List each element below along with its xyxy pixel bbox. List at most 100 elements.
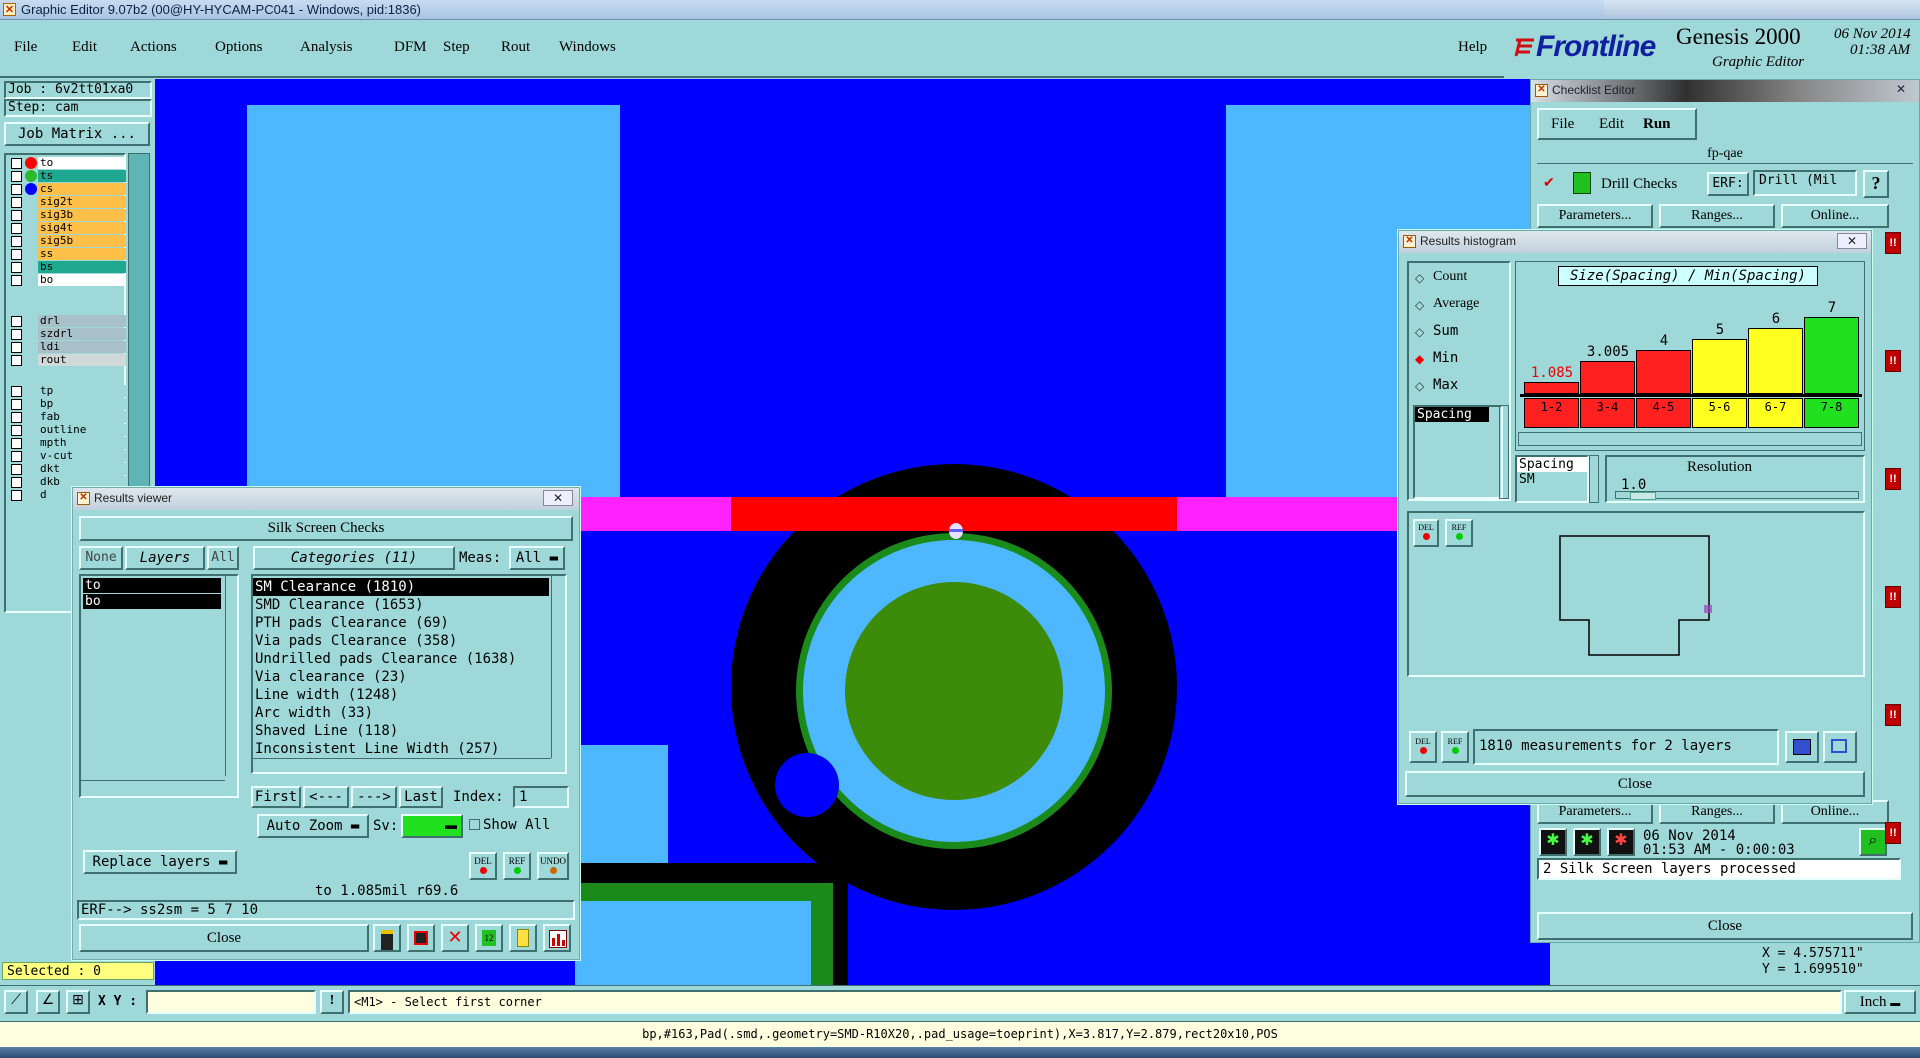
histogram-list[interactable]: Spacing bbox=[1413, 405, 1503, 499]
draw-line-icon[interactable]: ⟋ bbox=[4, 990, 28, 1014]
highlight-icon[interactable] bbox=[407, 924, 435, 952]
hist-del-button[interactable]: DEL bbox=[1409, 731, 1437, 763]
category-item[interactable]: Arc width (33) bbox=[253, 704, 549, 722]
layer-checkbox[interactable] bbox=[11, 490, 22, 501]
histogram-option-min[interactable]: ◆ Min bbox=[1413, 348, 1509, 375]
layer-list-hscroll[interactable] bbox=[81, 780, 225, 794]
zoom-icon[interactable]: ⌕ bbox=[1859, 828, 1887, 856]
histogram-bar[interactable] bbox=[1580, 361, 1635, 394]
layer-checkbox[interactable] bbox=[11, 342, 22, 353]
categories-list[interactable]: SM Clearance (1810) SMD Clearance (1653) P… bbox=[251, 574, 567, 774]
category-item[interactable]: SMD Clearance (1653) bbox=[253, 596, 549, 614]
numbers-icon[interactable]: 12 bbox=[475, 924, 503, 952]
categories-hscroll[interactable] bbox=[253, 758, 551, 772]
layer-row[interactable]: v-cut bbox=[8, 450, 126, 463]
checklist-menu-run[interactable]: Run bbox=[1643, 116, 1671, 133]
histogram-bar[interactable] bbox=[1692, 339, 1747, 394]
chart-hscroll[interactable] bbox=[1518, 432, 1862, 446]
layer-checkbox[interactable] bbox=[11, 316, 22, 327]
grid-icon[interactable]: ⊞ bbox=[66, 990, 90, 1014]
layer-checkbox[interactable] bbox=[11, 236, 22, 247]
run-stop-icon[interactable]: ✱ bbox=[1607, 828, 1635, 856]
layer-checkbox[interactable] bbox=[11, 399, 22, 410]
side-button-3[interactable]: !! bbox=[1885, 468, 1901, 490]
layer-checkbox[interactable] bbox=[11, 425, 22, 436]
online-button[interactable]: Online... bbox=[1781, 204, 1889, 228]
export-icon[interactable] bbox=[1785, 731, 1819, 763]
clear-icon[interactable]: ✕ bbox=[441, 924, 469, 952]
side-button-5[interactable]: !! bbox=[1885, 704, 1901, 726]
side-button-4[interactable]: !! bbox=[1885, 586, 1901, 608]
menu-dfm[interactable]: DFM bbox=[394, 39, 427, 56]
layer-checkbox[interactable] bbox=[11, 158, 22, 169]
layer-checkbox[interactable] bbox=[11, 171, 22, 182]
layer-row[interactable]: rout bbox=[8, 354, 126, 367]
layer-row[interactable]: szdrl bbox=[8, 328, 126, 341]
checklist-menu-file[interactable]: File bbox=[1551, 116, 1574, 133]
close-icon[interactable]: ✕ bbox=[1837, 233, 1867, 249]
layer-checkbox[interactable] bbox=[11, 386, 22, 397]
layer-checkbox[interactable] bbox=[11, 249, 22, 260]
ref-button[interactable]: REF bbox=[503, 852, 531, 880]
sv-color-select[interactable]: ▬ bbox=[401, 814, 463, 838]
run-all-icon[interactable]: ✱ bbox=[1573, 828, 1601, 856]
run-icon[interactable]: ✱ bbox=[1539, 828, 1567, 856]
close-icon[interactable]: ✕ bbox=[543, 490, 573, 506]
layer-row[interactable]: ss bbox=[8, 248, 126, 261]
categories-button[interactable]: Categories (11) bbox=[253, 546, 455, 570]
menu-actions[interactable]: Actions bbox=[130, 39, 177, 56]
layer-row[interactable]: ts bbox=[8, 170, 126, 183]
layer-checkbox[interactable] bbox=[11, 223, 22, 234]
layer-row[interactable]: outline bbox=[8, 424, 126, 437]
index-input[interactable]: 1 bbox=[513, 786, 569, 808]
histogram-list-scroll[interactable] bbox=[1499, 405, 1509, 499]
spacing-info-scroll[interactable] bbox=[1589, 455, 1599, 503]
menu-step[interactable]: Step bbox=[443, 39, 470, 56]
layer-checkbox[interactable] bbox=[11, 275, 22, 286]
checklist-close-button[interactable]: Close bbox=[1537, 912, 1913, 940]
report-icon[interactable] bbox=[509, 924, 537, 952]
checklist-menu-edit[interactable]: Edit bbox=[1599, 116, 1624, 133]
none-button[interactable]: None bbox=[79, 546, 123, 570]
window-controls[interactable] bbox=[1604, 0, 1920, 18]
layer-checkbox[interactable] bbox=[11, 477, 22, 488]
erf-label-button[interactable]: ERF: bbox=[1707, 172, 1749, 196]
layers-button[interactable]: Layers bbox=[125, 546, 205, 570]
layout-icon[interactable] bbox=[1823, 731, 1857, 763]
close-icon[interactable]: ✕ bbox=[1893, 82, 1909, 98]
side-button-2[interactable]: !! bbox=[1885, 350, 1901, 372]
histogram-bar[interactable] bbox=[1524, 382, 1579, 394]
layer-row[interactable]: tp bbox=[8, 385, 126, 398]
layer-row[interactable]: sig5b bbox=[8, 235, 126, 248]
histogram-bar[interactable] bbox=[1804, 317, 1859, 394]
histogram-option-average[interactable]: ◇ Average bbox=[1413, 294, 1509, 321]
first-button[interactable]: First bbox=[251, 786, 301, 808]
layer-checkbox[interactable] bbox=[11, 262, 22, 273]
category-item[interactable]: Via pads Clearance (358) bbox=[253, 632, 549, 650]
layer-checkbox[interactable] bbox=[11, 184, 22, 195]
hist-ref-button[interactable]: REF bbox=[1441, 731, 1469, 763]
histogram-option-max[interactable]: ◇ Max bbox=[1413, 375, 1509, 402]
histogram-option-sum[interactable]: ◇ Sum bbox=[1413, 321, 1509, 348]
category-item[interactable]: Inconsistent Line Width (257) bbox=[253, 740, 549, 758]
layer-row[interactable]: ldi bbox=[8, 341, 126, 354]
show-all-checkbox[interactable] bbox=[469, 819, 480, 830]
results-layer-list[interactable]: to bo bbox=[79, 574, 239, 798]
units-select[interactable]: Inch ▬ bbox=[1844, 990, 1916, 1014]
resolution-slider[interactable] bbox=[1615, 491, 1859, 500]
layer-checkbox[interactable] bbox=[11, 451, 22, 462]
draw-angle-icon[interactable]: ∠ bbox=[36, 990, 60, 1014]
results-layer-item[interactable]: to bbox=[83, 578, 221, 593]
ranges-button[interactable]: Ranges... bbox=[1659, 204, 1775, 228]
all-button[interactable]: All bbox=[207, 546, 239, 570]
meas-select[interactable]: All ▬ bbox=[509, 546, 565, 570]
histogram-option-count[interactable]: ◇ Count bbox=[1413, 267, 1509, 294]
layer-row[interactable]: bo bbox=[8, 274, 126, 287]
auto-zoom-select[interactable]: Auto Zoom ▬ bbox=[257, 814, 369, 838]
category-item[interactable]: SM Clearance (1810) bbox=[253, 578, 549, 596]
layer-checkbox[interactable] bbox=[11, 464, 22, 475]
histogram-bar[interactable] bbox=[1748, 328, 1803, 394]
next-button[interactable]: ---> bbox=[351, 786, 397, 808]
side-button-6[interactable]: !! bbox=[1885, 822, 1901, 844]
last-button[interactable]: Last bbox=[399, 786, 443, 808]
